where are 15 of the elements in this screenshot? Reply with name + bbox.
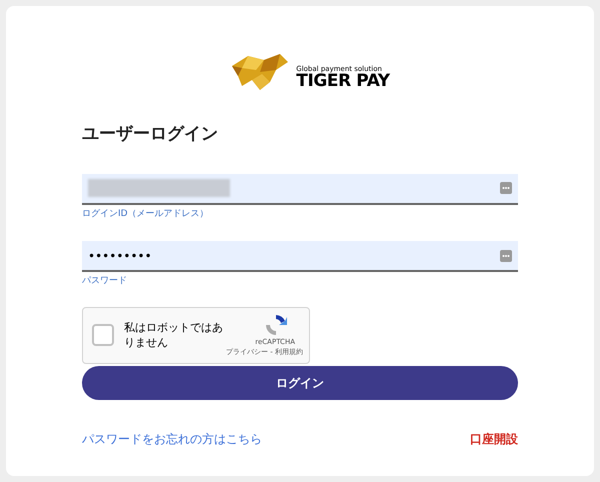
captcha-text: 私はロボットではありません — [124, 320, 224, 350]
dots-icon[interactable] — [500, 182, 512, 194]
open-account-link[interactable]: 口座開設 — [470, 430, 518, 448]
logo-name: TIGER PAY — [296, 73, 390, 90]
input-field[interactable]: ••••••••• — [82, 241, 518, 272]
dots-icon[interactable] — [500, 250, 512, 262]
forgot-password-link[interactable]: パスワードをお忘れの方はこちら — [82, 430, 262, 448]
page-heading: ユーザーログイン — [82, 123, 219, 146]
input-field[interactable] — [82, 174, 518, 204]
field-label: パスワード — [82, 275, 128, 288]
captcha-checkbox[interactable] — [92, 324, 114, 346]
field-label: ログインID（メールアドレス） — [82, 208, 210, 220]
login-button[interactable]: ログイン — [82, 366, 518, 400]
recaptcha-icon — [263, 312, 289, 336]
password-value: ••••••••• — [88, 248, 152, 264]
